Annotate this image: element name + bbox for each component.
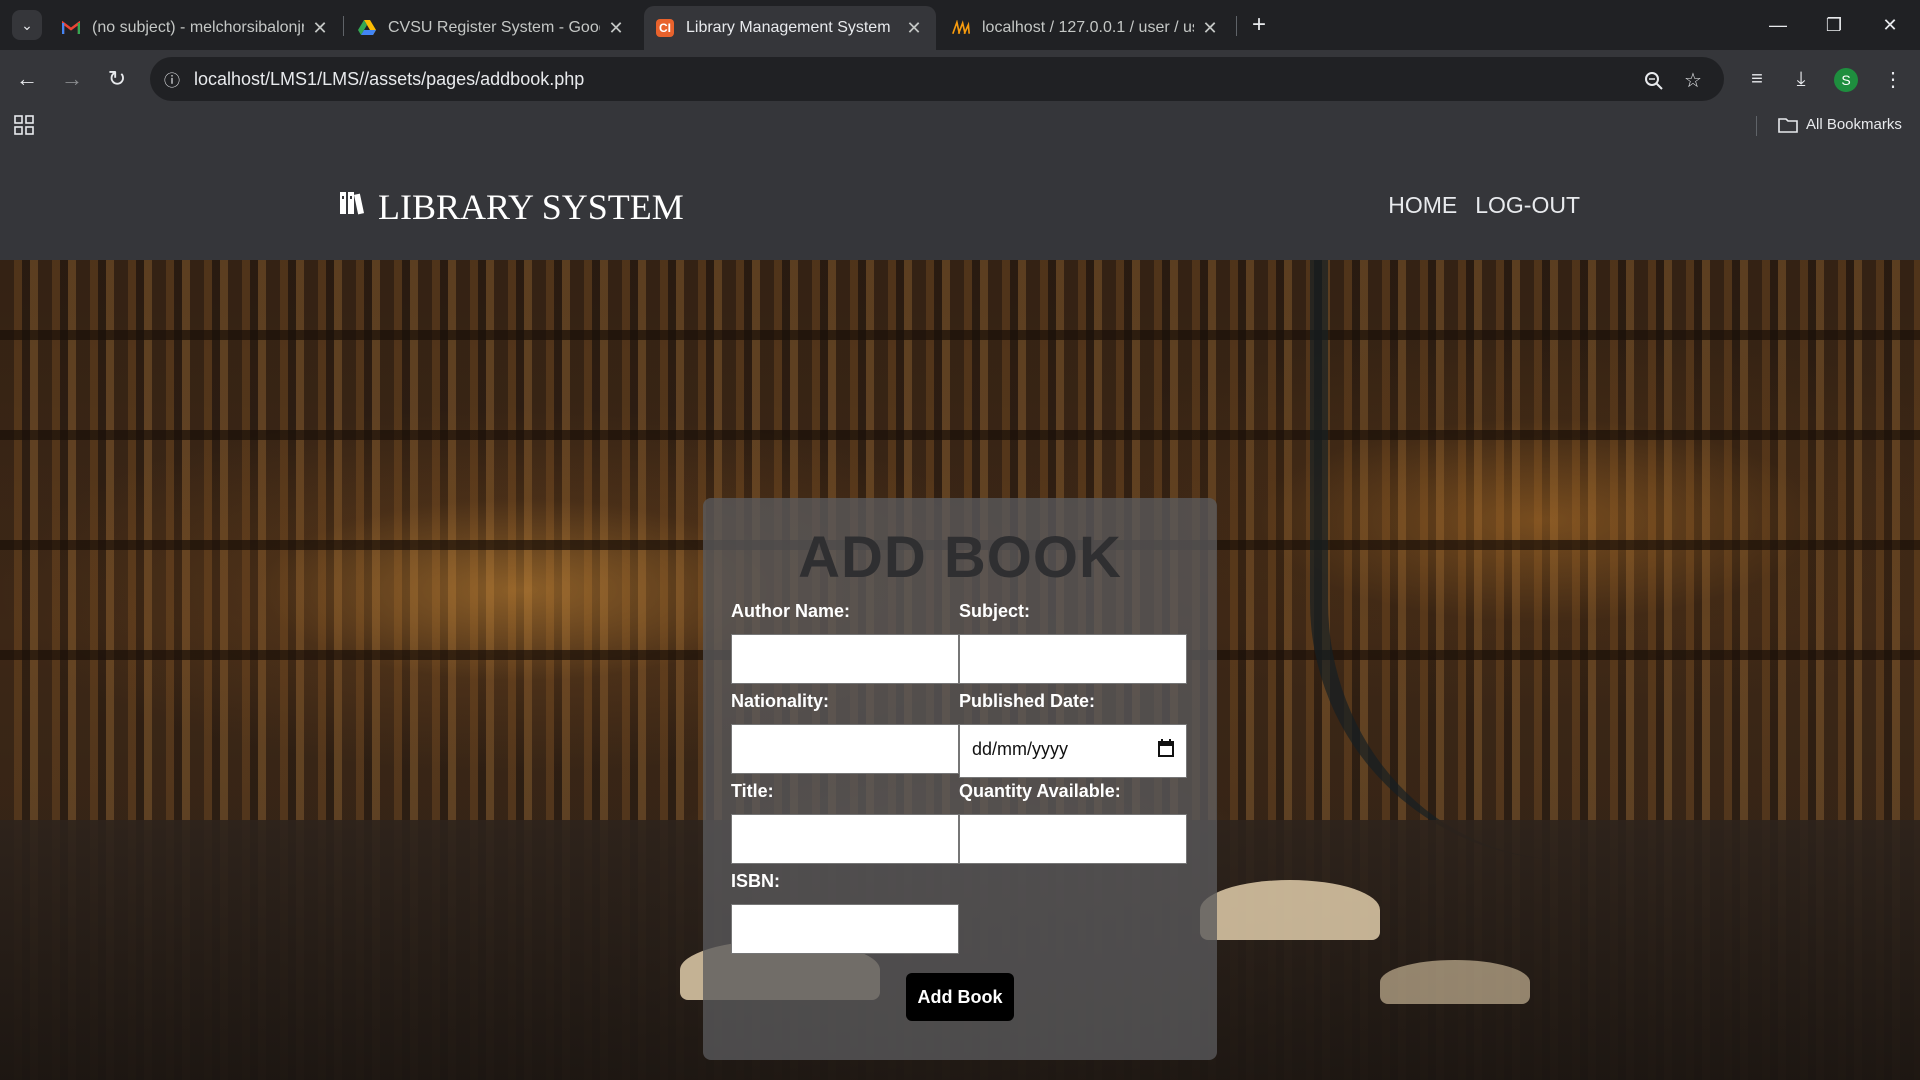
published-date-input[interactable]: dd/mm/yyyy	[959, 724, 1187, 778]
nationality-input[interactable]	[731, 724, 959, 774]
add-book-form: ADD BOOK Author Name: Subject: Nationali…	[703, 498, 1217, 1060]
date-placeholder: dd/mm/yyyy	[972, 739, 1069, 759]
tab-title: localhost / 127.0.0.1 / user / use	[982, 19, 1194, 36]
title-input[interactable]	[731, 814, 959, 864]
subject-input[interactable]	[959, 634, 1187, 684]
all-bookmarks-label: All Bookmarks	[1806, 116, 1902, 133]
nationality-label: Nationality:	[731, 691, 830, 711]
quantity-input[interactable]	[959, 814, 1187, 864]
google-drive-icon	[358, 19, 376, 37]
open-book	[1200, 880, 1380, 940]
download-icon[interactable]: ⤓	[1784, 62, 1818, 96]
forward-icon[interactable]: →	[55, 62, 89, 96]
minimize-icon[interactable]: —	[1750, 0, 1806, 50]
tab-title: Library Management System	[686, 19, 891, 36]
tab-divider	[343, 16, 344, 36]
new-tab-icon[interactable]: +	[1244, 10, 1274, 40]
site-header: LIBRARY SYSTEM HOME LOG-OUT	[0, 142, 1920, 260]
form-heading: ADD BOOK	[798, 525, 1122, 590]
phpmyadmin-icon	[952, 19, 970, 37]
tab-cvsu-register[interactable]: CVSU Register System - Google ✕	[346, 6, 638, 50]
profile-avatar[interactable]: S	[1834, 68, 1858, 92]
more-menu-icon[interactable]: ⋮	[1876, 62, 1910, 96]
nav-home-link[interactable]: HOME	[1388, 192, 1457, 219]
browser-toolbar: ← → ↻ ⓘ localhost/LMS1/LMS//assets/pages…	[0, 50, 1920, 108]
site-title: LIBRARY SYSTEM	[378, 187, 684, 227]
bookmark-star-icon[interactable]: ☆	[1684, 68, 1702, 93]
bookmarks-divider	[1756, 116, 1757, 136]
isbn-input[interactable]	[731, 904, 959, 954]
title-label: Title:	[731, 781, 774, 801]
subject-label: Subject:	[959, 601, 1031, 621]
reload-icon[interactable]: ↻	[100, 62, 134, 96]
add-book-button[interactable]: Add Book	[906, 973, 1014, 1021]
restore-icon[interactable]: ❐	[1806, 0, 1862, 50]
library-background-image: ADD BOOK Author Name: Subject: Nationali…	[0, 260, 1920, 1080]
isbn-label: ISBN:	[731, 871, 780, 891]
spiral-staircase	[1310, 260, 1568, 860]
site-nav: HOME LOG-OUT	[1388, 192, 1580, 219]
tab-title: (no subject) - melchorsibalonjr2	[92, 19, 304, 36]
browser-tab-bar: ⌄ (no subject) - melchorsibalonjr2 ✕ CVS…	[0, 0, 1920, 50]
published-date-label: Published Date:	[959, 691, 1096, 711]
url-text[interactable]: localhost/LMS1/LMS//assets/pages/addbook…	[194, 69, 584, 90]
quantity-label: Quantity Available:	[959, 781, 1121, 801]
tab-library-management[interactable]: CI Library Management System ✕	[644, 6, 936, 50]
address-bar[interactable]: ⓘ localhost/LMS1/LMS//assets/pages/addbo…	[150, 57, 1724, 101]
all-bookmarks-button[interactable]: All Bookmarks	[1778, 116, 1902, 133]
tab-title: CVSU Register System - Google	[388, 19, 600, 36]
shelf-line	[0, 330, 1920, 340]
calendar-icon[interactable]	[1158, 739, 1174, 757]
shelf-line	[0, 430, 1920, 440]
page-viewport: LIBRARY SYSTEM HOME LOG-OUT ADD BOOK Aut…	[0, 142, 1920, 1080]
site-info-icon[interactable]: ⓘ	[150, 67, 194, 91]
zoom-icon[interactable]	[1644, 71, 1664, 97]
apps-grid-icon[interactable]	[14, 115, 34, 135]
media-controls-icon[interactable]: ≡	[1740, 62, 1774, 96]
author-input[interactable]	[731, 634, 959, 684]
tab-gmail[interactable]: (no subject) - melchorsibalonjr2 ✕	[50, 6, 342, 50]
back-icon[interactable]: ←	[10, 62, 44, 96]
folder-icon	[1778, 117, 1798, 133]
open-book	[1380, 960, 1530, 1004]
close-tab-icon[interactable]: ✕	[904, 18, 924, 39]
author-label: Author Name:	[731, 601, 851, 621]
close-window-icon[interactable]: ✕	[1862, 0, 1918, 50]
tab-divider	[1236, 16, 1237, 36]
tab-search-button[interactable]: ⌄	[12, 10, 42, 40]
nav-logout-link[interactable]: LOG-OUT	[1475, 192, 1580, 219]
close-tab-icon[interactable]: ✕	[606, 18, 626, 39]
site-logo[interactable]: LIBRARY SYSTEM	[338, 186, 684, 228]
site-icon: CI	[656, 19, 674, 37]
close-tab-icon[interactable]: ✕	[1200, 18, 1220, 39]
books-icon	[338, 189, 366, 225]
gmail-icon	[62, 19, 80, 37]
bookmarks-bar: All Bookmarks	[0, 108, 1920, 142]
tab-phpmyadmin[interactable]: localhost / 127.0.0.1 / user / use ✕	[940, 6, 1232, 50]
close-tab-icon[interactable]: ✕	[310, 18, 330, 39]
